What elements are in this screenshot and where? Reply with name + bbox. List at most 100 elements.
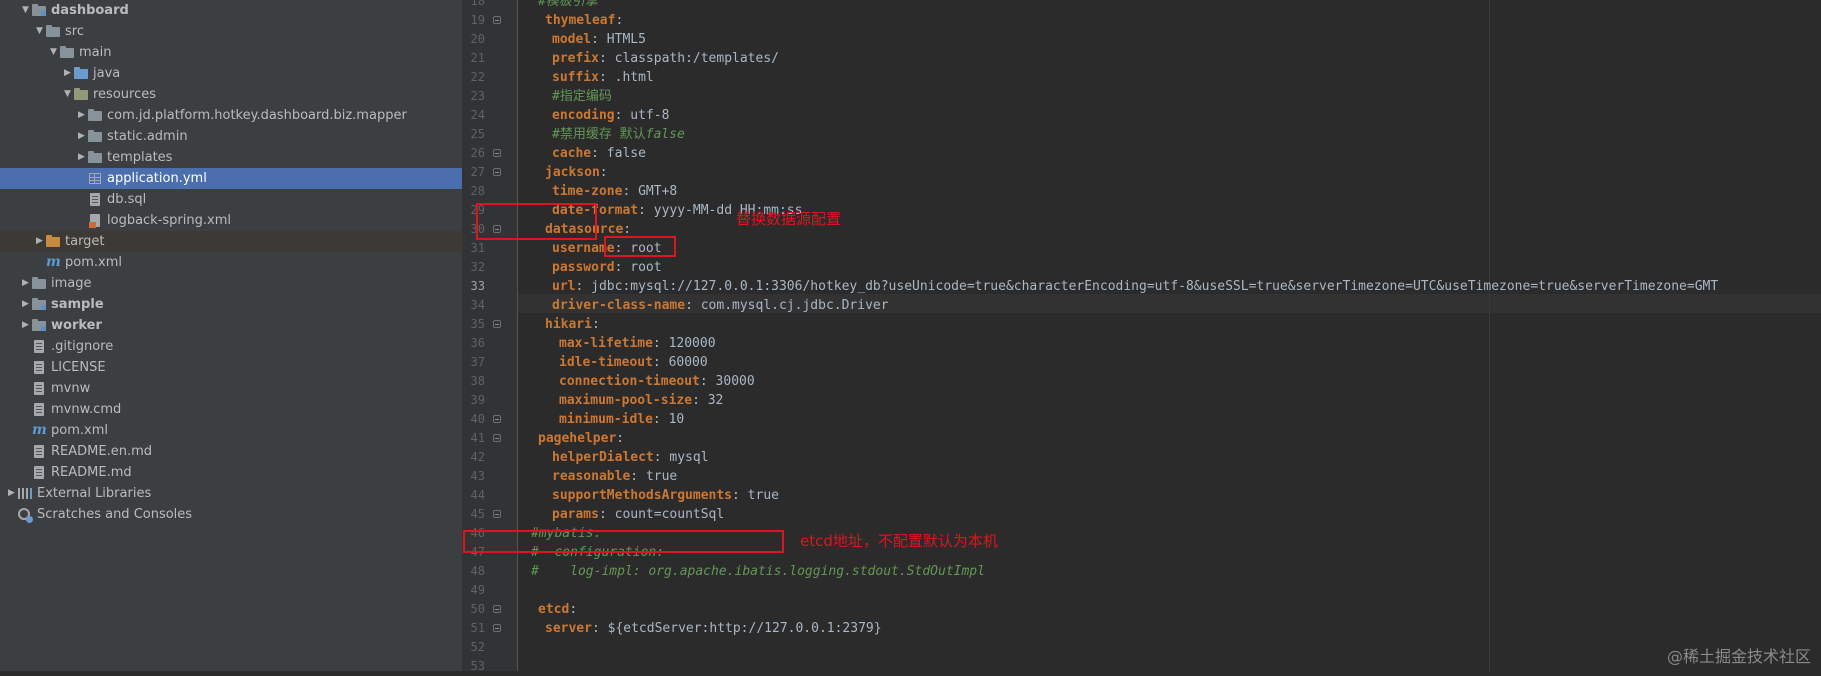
yaml-punct: : [598,70,615,85]
code-line[interactable]: thymeleaf: [545,11,623,30]
yaml-value: HTML5 [606,32,646,47]
fold-toggle-icon[interactable] [493,168,501,176]
line-number-gutter: 18 19 20 21 22 23 24 25 26 27 28 29 30 31 32 33 34 35 36 37… [463,0,518,673]
yaml-punct: : [614,260,631,275]
yaml-punct: : [575,279,592,294]
line-number: 21 [470,51,485,65]
expand-arrow-icon[interactable]: ▼ [48,42,59,63]
code-line[interactable]: helperDialect: mysql [552,448,709,467]
tree-item-label: application.yml [107,171,207,186]
text-file-icon [31,378,47,399]
fold-toggle-icon[interactable] [493,320,501,328]
collapse-arrow-icon[interactable]: ▶ [76,126,87,147]
code-line[interactable]: encoding: utf-8 [552,106,669,125]
code-line[interactable]: hikari: [545,315,600,334]
expand-arrow-icon[interactable]: ▼ [62,84,73,105]
code-line[interactable]: server: ${etcdServer:http://127.0.0.1:23… [545,619,882,638]
tree-item-com-jd-platform-hotkey-dashboard-biz-mapper[interactable]: ▶ com.jd.platform.hotkey.dashboard.biz.ma… [0,105,462,126]
fold-toggle-icon[interactable] [493,624,501,632]
yaml-punct: : [591,317,600,332]
tree-item-label: External Libraries [37,486,152,501]
tree-item-resources[interactable]: ▼ resources [0,84,462,105]
code-line[interactable]: #禁用缓存 默认false [552,125,685,144]
tree-item-readme-en-md[interactable]: README.en.md [0,441,462,462]
localhost-ip-highlight [604,236,676,257]
yaml-value: .html [614,70,654,85]
code-line[interactable]: maximum-pool-size: 32 [559,391,723,410]
yaml-key: supportMethodsArguments [552,488,733,503]
code-line[interactable]: driver-class-name: com.mysql.cj.jdbc.Dri… [552,296,889,315]
tree-item-image[interactable]: ▶ image [0,273,462,294]
collapse-arrow-icon[interactable]: ▶ [6,483,17,504]
yaml-key: hikari [545,317,592,332]
code-line[interactable]: minimum-idle: 10 [559,410,684,429]
tree-item-src[interactable]: ▼ src [0,21,462,42]
tree-item-pom-xml[interactable]: m pom.xml [0,252,462,273]
tree-item-label: README.md [51,465,132,480]
code-line[interactable]: pagehelper: [538,429,624,448]
expand-arrow-icon[interactable]: ▼ [34,21,45,42]
collapse-arrow-icon[interactable]: ▶ [20,273,31,294]
tree-item-static-admin[interactable]: ▶ static.admin [0,126,462,147]
line-number: 33 [470,279,485,293]
line-number: 38 [470,374,485,388]
code-line[interactable]: time-zone: GMT+8 [552,182,677,201]
code-line[interactable]: idle-timeout: 60000 [559,353,708,372]
collapse-arrow-icon[interactable]: ▶ [76,147,87,168]
code-line[interactable]: model: HTML5 [552,30,646,49]
yaml-value: classpath:/templates/ [614,51,779,66]
module-folder-icon [31,0,47,21]
code-line[interactable]: reasonable: true [552,467,677,486]
code-line[interactable]: connection-timeout: 30000 [559,372,755,391]
code-line[interactable]: prefix: classpath:/templates/ [552,49,779,68]
tree-item-mvnw-cmd[interactable]: mvnw.cmd [0,399,462,420]
code-line[interactable]: cache: false [552,144,646,163]
fold-toggle-icon[interactable] [493,605,501,613]
tree-item-scratches-and-consoles[interactable]: Scratches and Consoles [0,504,462,525]
collapse-arrow-icon[interactable]: ▶ [34,231,45,252]
fold-toggle-icon[interactable] [493,415,501,423]
code-line[interactable]: jackson: [545,163,608,182]
code-line[interactable]: max-lifetime: 120000 [559,334,716,353]
fold-toggle-icon[interactable] [493,434,501,442]
tree-item-worker[interactable]: ▶ worker [0,315,462,336]
code-line[interactable]: password: root [552,258,662,277]
fold-toggle-icon[interactable] [493,16,501,24]
tree-item-gitignore[interactable]: .gitignore [0,336,462,357]
tree-item-readme-md[interactable]: README.md [0,462,462,483]
tree-item-main[interactable]: ▼ main [0,42,462,63]
tree-item-license[interactable]: LICENSE [0,357,462,378]
tree-item-sample[interactable]: ▶ sample [0,294,462,315]
tree-item-dashboard[interactable]: ▼ dashboard [0,0,462,21]
tree-item-application-yml[interactable]: application.yml [0,168,462,189]
tree-item-target[interactable]: ▶ target [0,231,462,252]
code-line[interactable]: params: count=countSql [552,505,724,524]
collapse-arrow-icon[interactable]: ▶ [76,105,87,126]
code-editor[interactable]: 18 19 20 21 22 23 24 25 26 27 28 29 30 31 32 33 34 35 36 37… [463,0,1821,673]
code-line[interactable]: #指定编码 [552,87,612,106]
tree-item-templates[interactable]: ▶ templates [0,147,462,168]
line-number: 37 [470,355,485,369]
yaml-key: reasonable [552,469,631,484]
tree-item-java[interactable]: ▶ java [0,63,462,84]
line-number: 48 [470,564,485,578]
code-line[interactable]: etcd: [538,600,577,619]
tree-item-label: pom.xml [51,423,108,438]
tree-item-mvnw[interactable]: mvnw [0,378,462,399]
collapse-arrow-icon[interactable]: ▶ [20,315,31,336]
tree-item-pom-xml[interactable]: m pom.xml [0,420,462,441]
fold-toggle-icon[interactable] [493,510,501,518]
expand-arrow-icon[interactable]: ▼ [20,0,31,21]
tree-item-external-libraries[interactable]: ▶ External Libraries [0,483,462,504]
tree-item-db-sql[interactable]: db.sql [0,189,462,210]
fold-toggle-icon[interactable] [493,149,501,157]
tree-item-logback-spring-xml[interactable]: logback-spring.xml [0,210,462,231]
code-line[interactable]: #模板引擎 [538,0,598,11]
code-line[interactable]: url: jdbc:mysql://127.0.0.1:3306/hotkey_… [552,277,1718,296]
collapse-arrow-icon[interactable]: ▶ [20,294,31,315]
collapse-arrow-icon[interactable]: ▶ [62,63,73,84]
code-line[interactable]: suffix: .html [552,68,654,87]
code-line[interactable]: supportMethodsArguments: true [552,486,779,505]
line-number: 53 [470,659,485,673]
code-line[interactable]: # log-impl: org.apache.ibatis.logging.st… [531,562,985,581]
